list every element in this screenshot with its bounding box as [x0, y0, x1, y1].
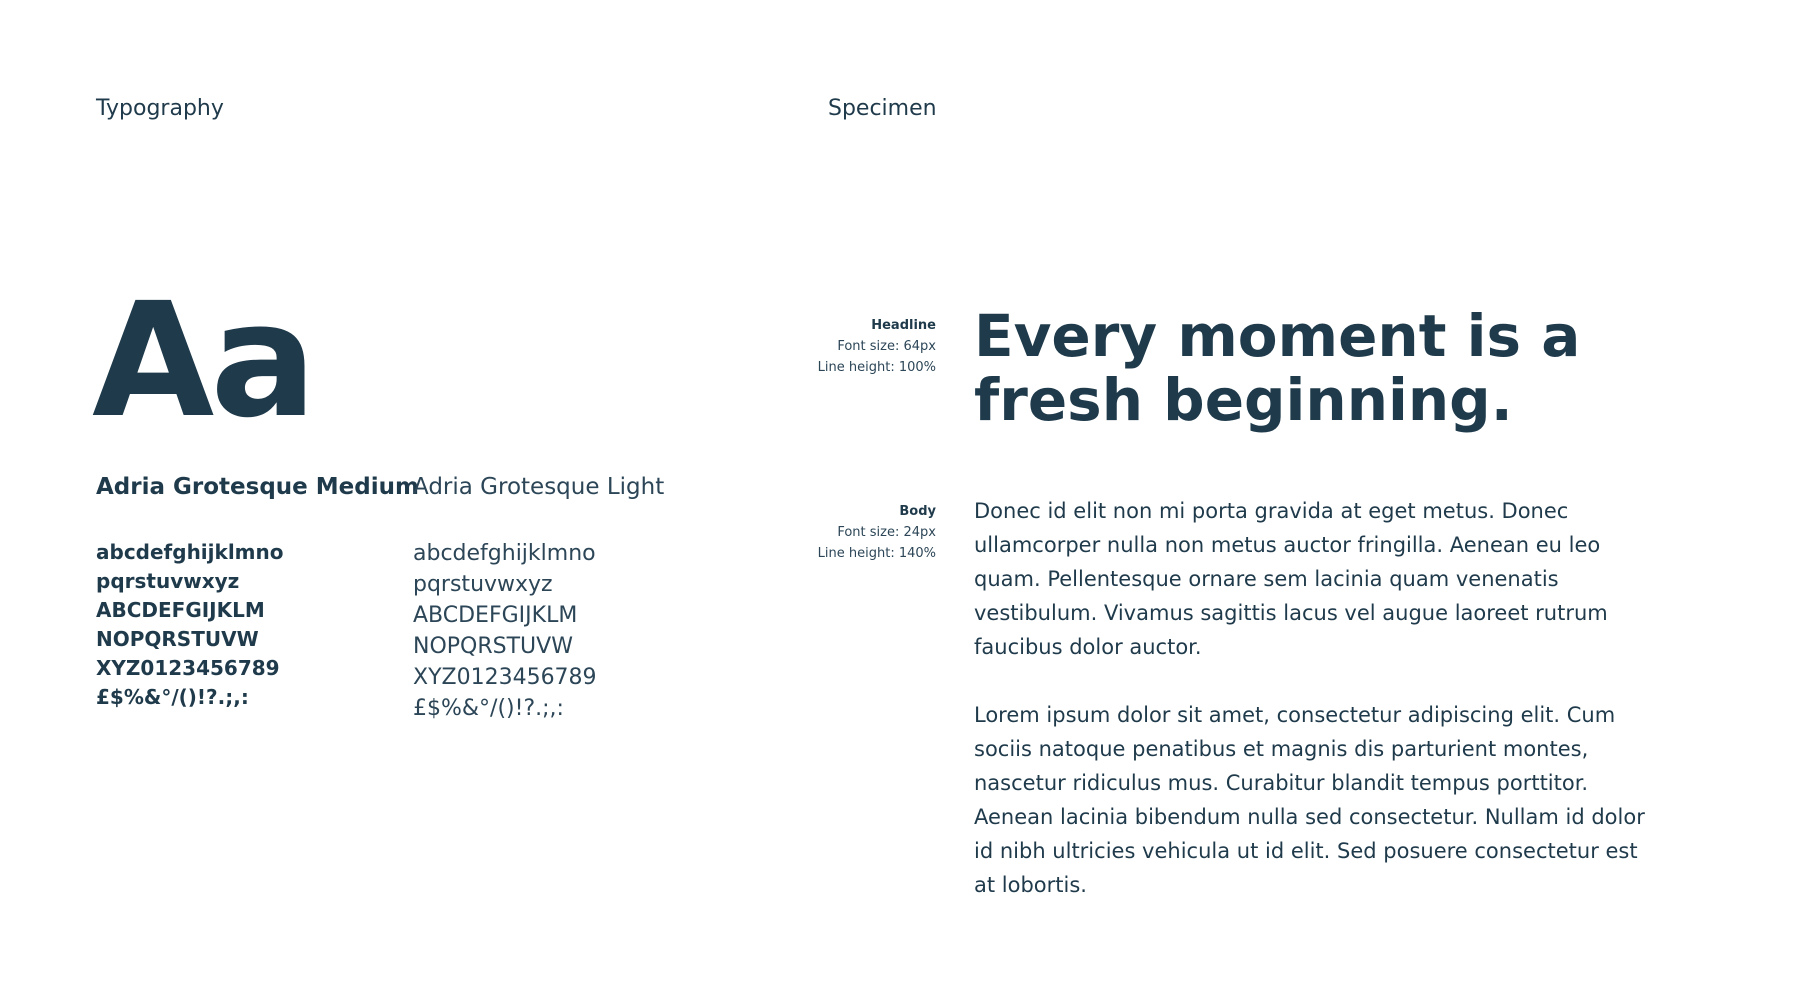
font-name-medium: Adria Grotesque Medium	[96, 474, 419, 500]
body-paragraph: Donec id elit non mi porta gravida at eg…	[974, 499, 1608, 659]
headline-line-height: Line height: 100%	[817, 360, 936, 375]
charset-line: pqrstuvwxyz	[96, 569, 240, 593]
body-paragraph: Lorem ipsum dolor sit amet, consectetur …	[974, 703, 1645, 897]
charset-line: XYZ0123456789	[413, 665, 597, 690]
body-line-height: Line height: 140%	[817, 546, 936, 561]
charset-line: £$%&°/()!?.;,:	[96, 685, 249, 709]
charset-line: NOPQRSTUVW	[96, 627, 259, 651]
headline-sample: Every moment is a fresh beginning.	[974, 302, 1581, 434]
headline-font-size: Font size: 64px	[837, 339, 936, 354]
headline-spec: Headline Font size: 64px Line height: 10…	[818, 315, 936, 378]
charset-line: pqrstuvwxyz	[413, 572, 553, 597]
body-spec: Body Font size: 24px Line height: 140%	[818, 501, 936, 564]
body-sample: Donec id elit non mi porta gravida at eg…	[974, 494, 1664, 936]
charset-line: NOPQRSTUVW	[413, 634, 573, 659]
headline-label: Headline	[871, 318, 936, 333]
charset-line: XYZ0123456789	[96, 656, 280, 680]
charset-line: £$%&°/()!?.;,:	[413, 696, 564, 721]
font-name-light: Adria Grotesque Light	[413, 474, 665, 500]
type-sample-aa: Aa	[92, 269, 317, 453]
charset-line: abcdefghijklmno	[413, 541, 596, 566]
charset-light: abcdefghijklmno pqrstuvwxyz ABCDEFGIJKLM…	[413, 538, 597, 724]
charset-line: ABCDEFGIJKLM	[96, 598, 265, 622]
specimen-title: Specimen	[828, 96, 937, 121]
charset-medium: abcdefghijklmno pqrstuvwxyz ABCDEFGIJKLM…	[96, 538, 284, 712]
body-label: Body	[899, 504, 936, 519]
typography-title: Typography	[96, 96, 224, 121]
body-font-size: Font size: 24px	[837, 525, 936, 540]
charset-line: abcdefghijklmno	[96, 540, 284, 564]
charset-line: ABCDEFGIJKLM	[413, 603, 578, 628]
